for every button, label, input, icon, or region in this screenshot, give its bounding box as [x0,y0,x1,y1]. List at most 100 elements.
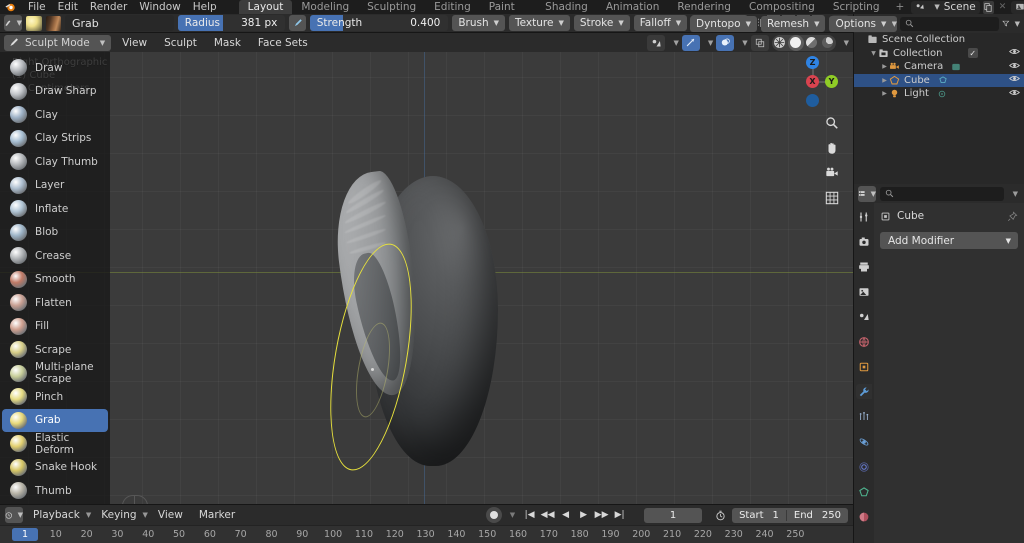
dyntopo-popover[interactable]: Dyntopo ▼ [690,16,757,32]
shading-rendered-button[interactable] [820,35,836,51]
playhead[interactable]: 1 [12,528,38,541]
tool-scrape[interactable]: Scrape [2,338,108,362]
viewport-menu-mask[interactable]: Mask [208,35,247,51]
brush-preview-icon[interactable] [26,15,42,31]
properties-tab-modifiers[interactable] [856,384,872,399]
tool-elastic-deform[interactable]: Elastic Deform [2,432,108,456]
viewport-menu-view[interactable]: View [116,35,153,51]
chevron-down-icon[interactable]: ▼ [673,39,678,47]
tab-shading[interactable]: Shading [536,0,597,14]
tool-fill[interactable]: Fill [2,315,108,339]
scene-selector[interactable]: ▼ Scene [911,0,980,14]
timeline-menu-marker[interactable]: Marker [193,507,241,523]
tool-inflate[interactable]: Inflate [2,197,108,221]
outliner-row-light[interactable]: ▶ Light [854,87,1024,101]
tool-pinch[interactable]: Pinch [2,385,108,409]
object-types-visibility-icon[interactable] [647,34,666,51]
tab-sculpting[interactable]: Sculpting [358,0,425,14]
properties-tab-output[interactable] [856,259,872,274]
add-workspace-button[interactable]: + [889,0,912,14]
overlays-toggle-icon[interactable] [716,34,735,51]
xray-toggle-icon[interactable] [750,34,769,51]
tool-flatten[interactable]: Flatten [2,291,108,315]
tab-modeling[interactable]: Modeling [292,0,358,14]
gizmo-neg-z-axis[interactable] [806,94,819,107]
stroke-popover[interactable]: Stroke ▼ [573,15,630,31]
disclosure-triangle-icon[interactable]: ▶ [880,63,889,70]
menu-window[interactable]: Window [133,0,186,14]
3d-viewport[interactable]: Right Orthographic (1) Cube 10 Centimete… [0,52,853,504]
disclosure-triangle-icon[interactable]: ▼ [869,50,878,57]
timeline-ruler[interactable]: 1 10 20 30 40 50 60 70 80 90 100 110 120 130 140 150 16… [0,525,853,543]
properties-tab-world[interactable] [856,334,872,349]
radius-pressure-toggle[interactable] [289,15,306,31]
gizmo-z-axis[interactable]: Z [806,56,819,69]
gizmo-toggle-icon[interactable] [681,34,700,51]
tool-draw-sharp[interactable]: Draw Sharp [2,80,108,104]
visibility-eye-icon[interactable] [1009,74,1020,86]
object-data-icon[interactable] [937,89,947,99]
properties-tab-tool[interactable] [856,209,872,224]
radius-slider[interactable]: Radius 381 px [177,15,286,31]
disclosure-triangle-icon[interactable]: ▶ [880,77,889,84]
prev-keyframe-button[interactable]: ◀◀ [540,508,555,523]
menu-help[interactable]: Help [187,0,223,14]
outliner-row-cube[interactable]: ▶ Cube [854,73,1024,87]
visibility-eye-icon[interactable] [1009,61,1020,73]
timeline-menu-keying[interactable]: Keying [95,507,142,523]
camera-icon[interactable] [823,164,841,182]
properties-tab-constraints[interactable] [856,459,872,474]
tool-draw[interactable]: Draw [2,56,108,80]
tool-clay-strips[interactable]: Clay Strips [2,127,108,151]
tab-scripting[interactable]: Scripting [824,0,889,14]
properties-tab-material[interactable] [856,509,872,524]
chevron-down-icon[interactable]: ▼ [510,511,515,519]
properties-tab-object[interactable] [856,359,872,374]
next-keyframe-button[interactable]: ▶▶ [594,508,609,523]
stopwatch-icon[interactable] [711,507,729,523]
play-button[interactable]: ▶ [576,508,591,523]
navigation-gizmo[interactable]: Z X Y [787,56,839,108]
object-data-icon[interactable] [951,62,961,72]
tab-compositing[interactable]: Compositing [740,0,824,14]
tool-smooth[interactable]: Smooth [2,268,108,292]
pin-icon[interactable] [1007,210,1018,222]
mode-selector[interactable]: Sculpt Mode ▼ [4,34,112,51]
new-scene-button[interactable] [982,0,994,14]
properties-search-input[interactable] [880,186,1004,201]
texture-preview-icon[interactable] [45,15,61,31]
viewport-menu-face-sets[interactable]: Face Sets [252,35,314,51]
tab-texture-paint[interactable]: Texture Paint [480,0,536,14]
viewport-menu-sculpt[interactable]: Sculpt [158,35,203,51]
outliner-search-input[interactable] [900,16,999,31]
menu-file[interactable]: File [22,0,52,14]
visibility-eye-icon[interactable] [1009,88,1020,100]
visibility-eye-icon[interactable] [1009,47,1020,59]
properties-tab-physics[interactable] [856,434,872,449]
tab-animation[interactable]: Animation [597,0,669,14]
jump-end-button[interactable]: ▶| [612,508,627,523]
current-frame-field[interactable]: 1 [644,507,703,523]
brush-popover[interactable]: Brush ▼ [452,15,506,31]
blender-logo-icon[interactable] [4,1,17,13]
shading-material-button[interactable] [804,35,820,51]
properties-editor-type-icon[interactable]: ▼ [858,185,876,202]
shading-wireframe-button[interactable] [772,35,788,51]
object-data-icon[interactable] [938,75,948,85]
properties-tab-data[interactable] [856,484,872,499]
outliner-row-scene-collection[interactable]: Scene Collection [854,33,1024,47]
jump-start-button[interactable]: |◀ [522,508,537,523]
tool-multi-plane-scrape[interactable]: Multi-plane Scrape [2,361,108,385]
tool-grab[interactable]: Grab [2,408,108,432]
frame-range-field[interactable]: Start 1 End 250 [732,507,848,523]
brush-name-field[interactable]: Grab [65,15,174,31]
tool-snake-hook[interactable]: Snake Hook [2,456,108,480]
record-icon[interactable] [485,507,502,523]
tool-blob[interactable]: Blob [2,221,108,245]
tool-clay[interactable]: Clay [2,103,108,127]
remesh-popover[interactable]: Remesh ▼ [760,16,826,32]
gizmo-y-axis[interactable]: Y [825,75,838,88]
shading-solid-button[interactable] [787,34,804,51]
play-reverse-button[interactable]: ◀ [558,508,573,523]
chevron-down-icon[interactable]: ▼ [742,39,747,47]
